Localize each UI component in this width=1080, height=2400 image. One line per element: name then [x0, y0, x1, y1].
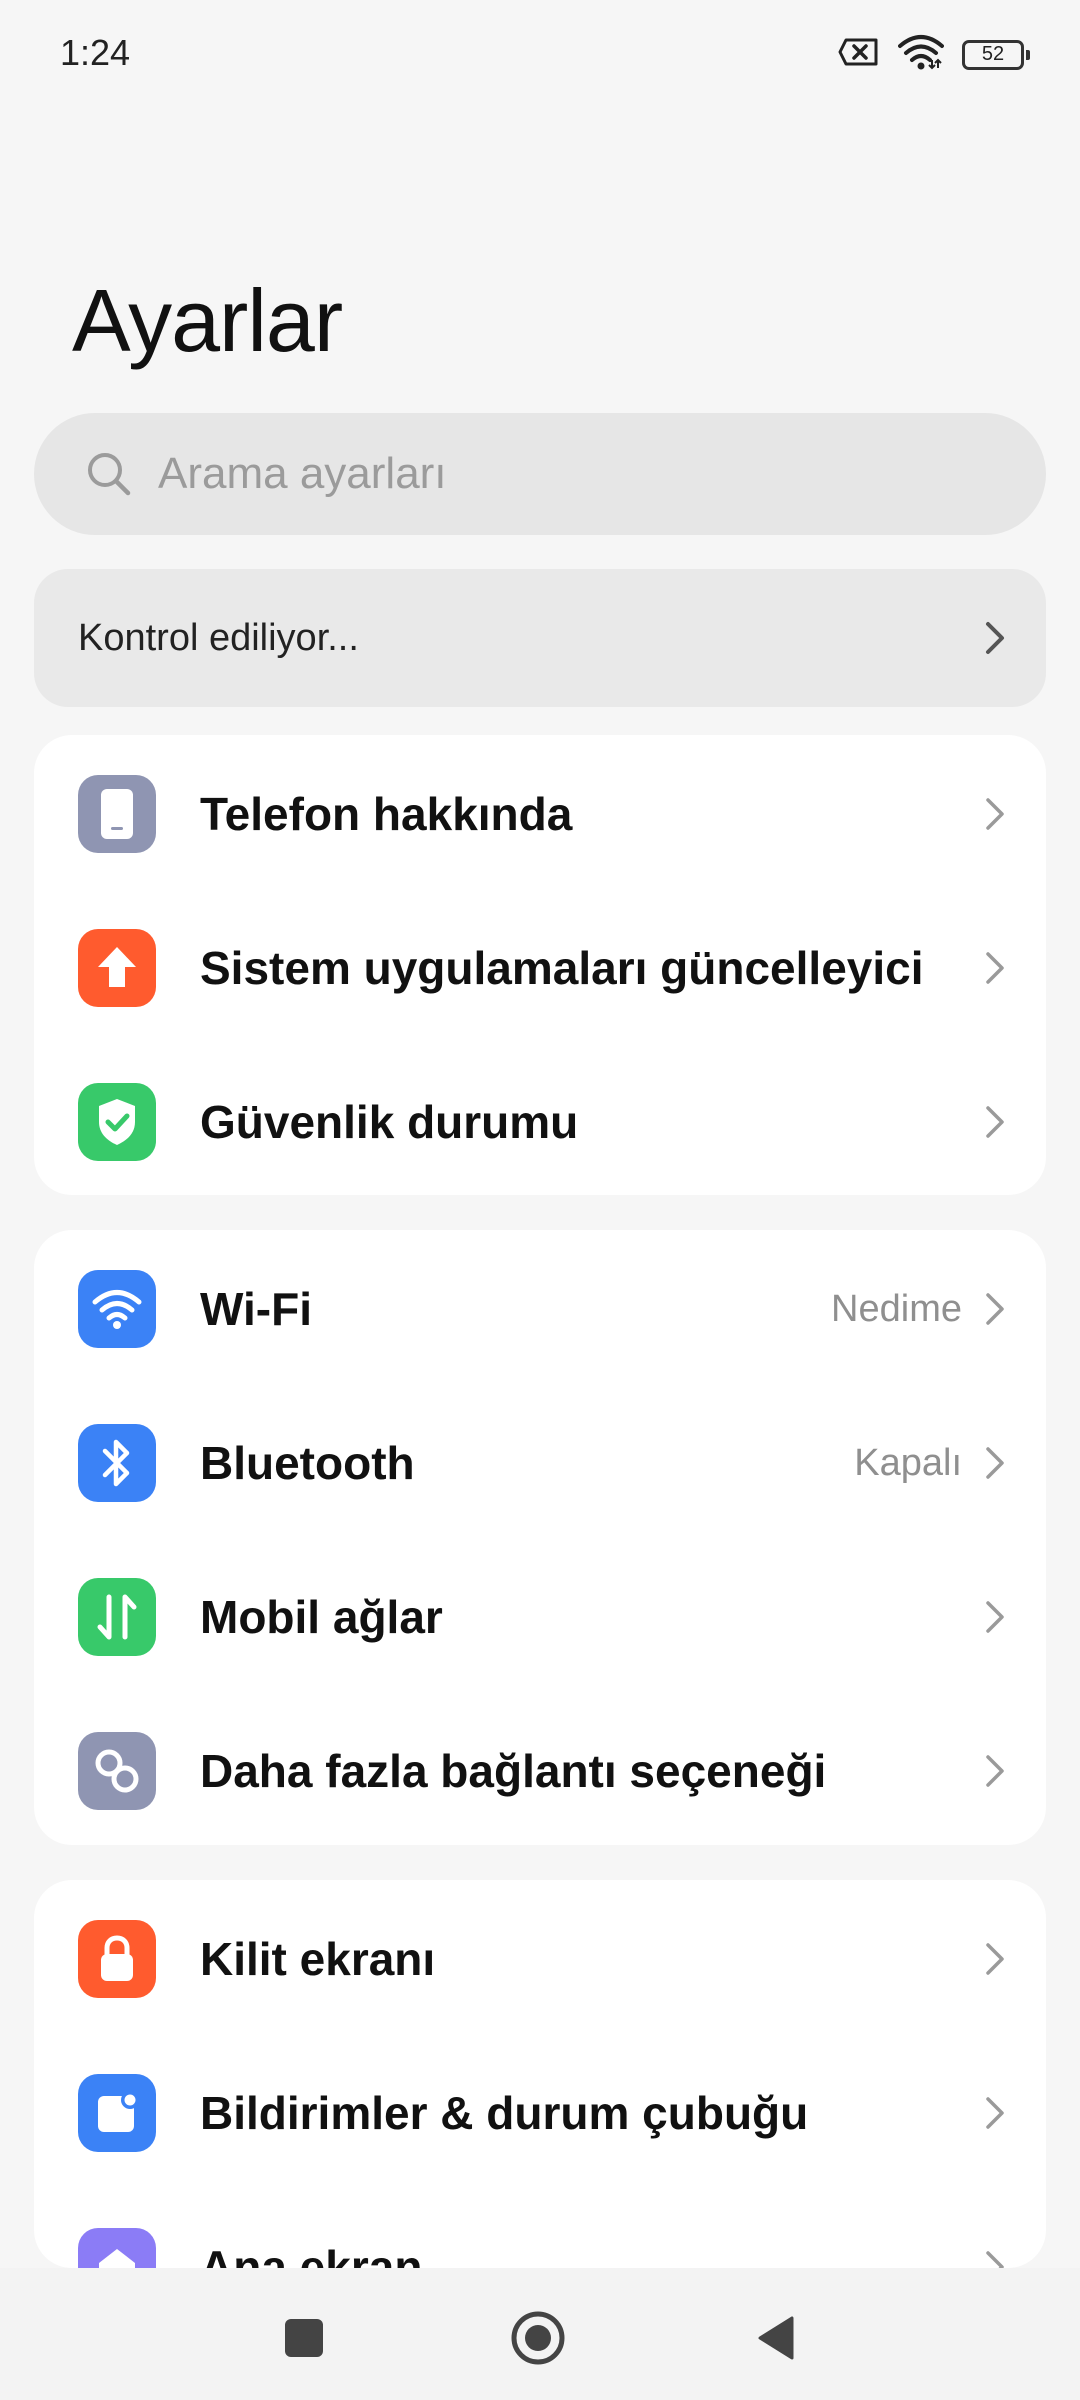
search-placeholder: Arama ayarları	[158, 449, 447, 498]
wifi-status-icon	[898, 34, 944, 75]
settings-item-label: Bluetooth	[200, 1437, 415, 1489]
home-button[interactable]	[508, 2308, 568, 2368]
status-bar: 1:24 52	[0, 0, 1080, 110]
recents-button[interactable]	[274, 2308, 334, 2368]
phone-icon	[78, 775, 156, 853]
settings-item-label: Telefon hakkında	[200, 788, 573, 840]
arrow-up-icon	[78, 929, 156, 1007]
battery-level: 52	[981, 43, 1005, 65]
chevron-right-icon	[986, 2097, 1004, 2129]
settings-item-label: Sistem uygulamaları güncelleyici	[200, 942, 924, 994]
home-icon	[78, 2228, 156, 2268]
chevron-right-icon	[986, 1447, 1004, 1479]
triangle-back-icon	[758, 2316, 794, 2360]
search-icon	[88, 453, 131, 496]
bluetooth-icon	[78, 1424, 156, 1502]
settings-item-bluetooth[interactable]: Bluetooth Kapalı	[34, 1386, 1046, 1540]
settings-item-wifi[interactable]: Wi-Fi Nedime	[34, 1232, 1046, 1386]
chevron-right-icon	[986, 952, 1004, 984]
settings-item-home-screen[interactable]: Ana ekran	[34, 2190, 1046, 2268]
chevron-right-icon	[986, 1755, 1004, 1787]
settings-group-connectivity: Wi-Fi Nedime Bluetooth Kapalı Mobil ağla…	[34, 1230, 1046, 1845]
settings-item-label: Mobil ağlar	[200, 1591, 443, 1643]
settings-item-label: Ana ekran	[200, 2241, 423, 2268]
status-time: 1:24	[60, 32, 131, 73]
navigation-bar	[0, 2268, 1080, 2400]
settings-item-label: Bildirimler & durum çubuğu	[200, 2087, 809, 2139]
link-icon	[78, 1732, 156, 1810]
no-sim-icon	[838, 36, 880, 73]
circle-icon	[511, 2311, 565, 2365]
shield-check-icon	[78, 1083, 156, 1161]
chevron-right-icon	[986, 798, 1004, 830]
settings-group-device: Telefon hakkında Sistem uygulamaları gün…	[34, 735, 1046, 1195]
settings-group-display: Kilit ekranı Bildirimler & durum çubuğu …	[34, 1880, 1046, 2268]
update-check-banner[interactable]: Kontrol ediliyor...	[34, 569, 1046, 707]
chevron-right-icon	[986, 1106, 1004, 1138]
settings-item-label: Wi-Fi	[200, 1283, 312, 1335]
chevron-right-icon	[986, 1943, 1004, 1975]
settings-item-about-phone[interactable]: Telefon hakkında	[34, 737, 1046, 891]
settings-item-system-updater[interactable]: Sistem uygulamaları güncelleyici	[34, 891, 1046, 1045]
page-title: Ayarlar	[72, 271, 343, 370]
chevron-right-icon	[986, 622, 1004, 654]
settings-item-label: Güvenlik durumu	[200, 1096, 579, 1148]
settings-item-lock-screen[interactable]: Kilit ekranı	[34, 1882, 1046, 2036]
mobile-data-icon	[78, 1578, 156, 1656]
status-icons: 52	[838, 34, 1030, 75]
settings-item-security-status[interactable]: Güvenlik durumu	[34, 1045, 1046, 1195]
settings-item-more-connectivity[interactable]: Daha fazla bağlantı seçeneği	[34, 1694, 1046, 1845]
chevron-right-icon	[986, 1601, 1004, 1633]
settings-item-label: Kilit ekranı	[200, 1933, 436, 1985]
settings-item-label: Daha fazla bağlantı seçeneği	[200, 1745, 827, 1797]
settings-item-value: Nedime	[831, 1287, 962, 1330]
settings-item-notifications[interactable]: Bildirimler & durum çubuğu	[34, 2036, 1046, 2190]
settings-item-value: Kapalı	[854, 1441, 962, 1484]
search-input[interactable]: Arama ayarları	[34, 413, 1046, 535]
back-button[interactable]	[746, 2308, 806, 2368]
chevron-right-icon	[986, 1293, 1004, 1325]
chevron-right-icon	[986, 2251, 1004, 2268]
wifi-icon	[78, 1270, 156, 1348]
lock-icon	[78, 1920, 156, 1998]
battery-icon: 52	[962, 39, 1030, 70]
square-icon	[285, 2319, 323, 2357]
settings-item-mobile-networks[interactable]: Mobil ağlar	[34, 1540, 1046, 1694]
notification-icon	[78, 2074, 156, 2152]
update-check-label: Kontrol ediliyor...	[78, 616, 359, 659]
